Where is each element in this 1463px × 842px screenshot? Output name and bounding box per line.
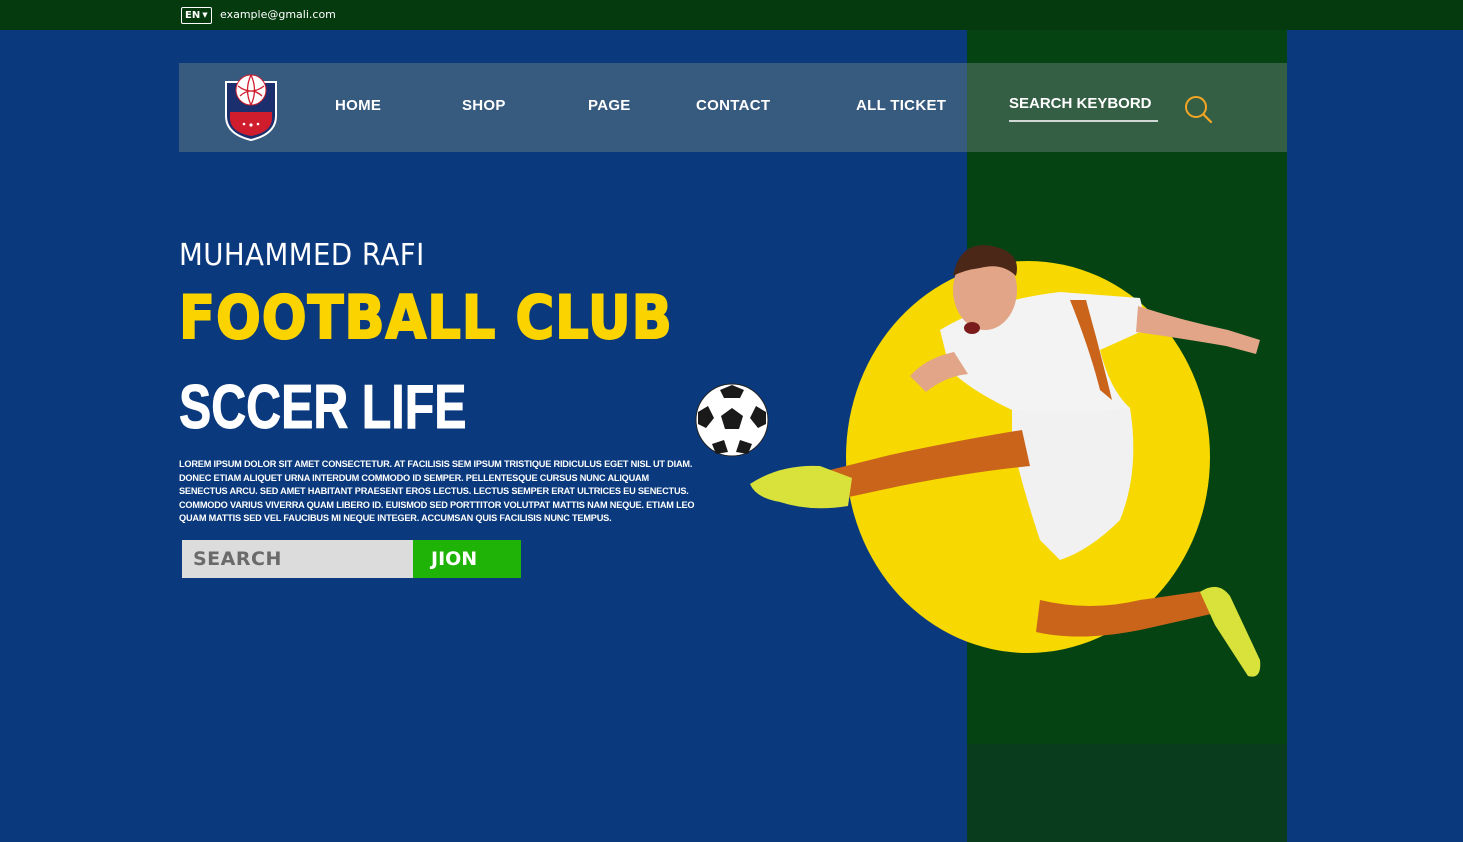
search-input[interactable] (182, 540, 413, 578)
nav-search-field[interactable]: SEARCH KEYBORD (1009, 95, 1158, 122)
hero-tagline: SCCER LIFE (179, 373, 467, 443)
hero-subtitle: MUHAMMED RAFI (179, 238, 425, 273)
green-side-panel-bottom (967, 744, 1287, 842)
club-logo[interactable] (222, 72, 280, 142)
nav-all-ticket[interactable]: ALL TICKET (856, 97, 946, 114)
hero-title: FOOTBALL CLUB (178, 282, 673, 354)
hero-description: LOREM IPSUM DOLOR SIT AMET CONSECTETUR. … (179, 459, 695, 523)
language-label: EN (185, 10, 201, 21)
football-player (750, 245, 1261, 677)
dropdown-caret-icon: ▼ (202, 11, 208, 19)
soccer-ball (695, 383, 769, 457)
nav-page[interactable]: PAGE (588, 97, 631, 114)
join-button[interactable]: JION (413, 540, 521, 578)
contact-email[interactable]: example@gmali.com (220, 8, 336, 21)
nav-home[interactable]: HOME (335, 97, 381, 114)
nav-contact[interactable]: CONTACT (696, 97, 770, 114)
language-selector[interactable]: EN ▼ (181, 7, 212, 24)
search-icon[interactable] (1183, 94, 1213, 124)
nav-shop[interactable]: SHOP (462, 97, 506, 114)
